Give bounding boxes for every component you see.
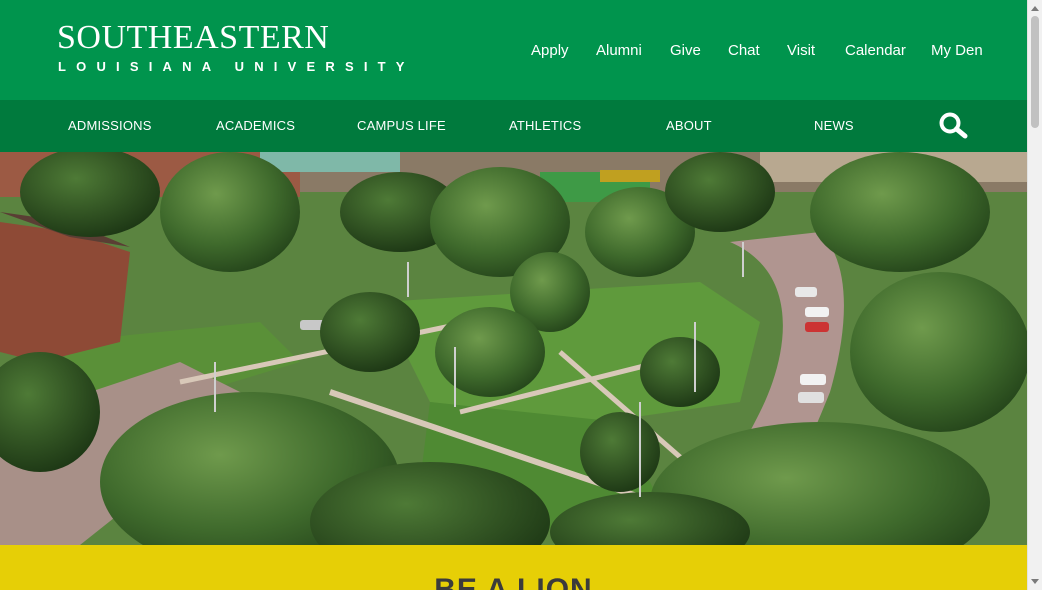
campus-aerial-photo — [0, 152, 1027, 545]
give-link[interactable]: Give — [670, 41, 701, 61]
page-scrollbar[interactable] — [1027, 0, 1042, 590]
search-button[interactable] — [938, 111, 970, 141]
nav-campus-life[interactable]: CAMPUS LIFE — [357, 118, 446, 134]
my-den-link[interactable]: My Den — [931, 41, 983, 61]
logo-subtitle: LOUISIANA UNIVERSITY — [58, 59, 415, 74]
nav-athletics[interactable]: ATHLETICS — [509, 118, 581, 134]
site-header: SOUTHEASTERN LOUISIANA UNIVERSITY Apply … — [0, 0, 1027, 100]
apply-link[interactable]: Apply — [531, 41, 569, 61]
logo-wordmark: SOUTHEASTERN — [57, 19, 330, 56]
banner-heading: BE A LION — [434, 573, 593, 590]
main-nav: ADMISSIONS ACADEMICS CAMPUS LIFE ATHLETI… — [0, 100, 1027, 152]
scroll-up-arrow-icon[interactable] — [1031, 6, 1039, 11]
be-a-lion-banner: BE A LION — [0, 545, 1027, 590]
nav-about[interactable]: ABOUT — [666, 118, 712, 134]
search-icon — [939, 112, 968, 139]
hero-campus-image — [0, 152, 1027, 545]
scroll-down-arrow-icon[interactable] — [1031, 579, 1039, 584]
scroll-thumb[interactable] — [1031, 16, 1039, 128]
nav-news[interactable]: NEWS — [814, 118, 854, 134]
alumni-link[interactable]: Alumni — [596, 41, 642, 61]
calendar-link[interactable]: Calendar — [845, 41, 906, 61]
nav-academics[interactable]: ACADEMICS — [216, 118, 295, 134]
university-logo[interactable]: SOUTHEASTERN LOUISIANA UNIVERSITY — [57, 19, 415, 81]
nav-admissions[interactable]: ADMISSIONS — [68, 118, 152, 134]
visit-link[interactable]: Visit — [787, 41, 815, 61]
chat-link[interactable]: Chat — [728, 41, 760, 61]
